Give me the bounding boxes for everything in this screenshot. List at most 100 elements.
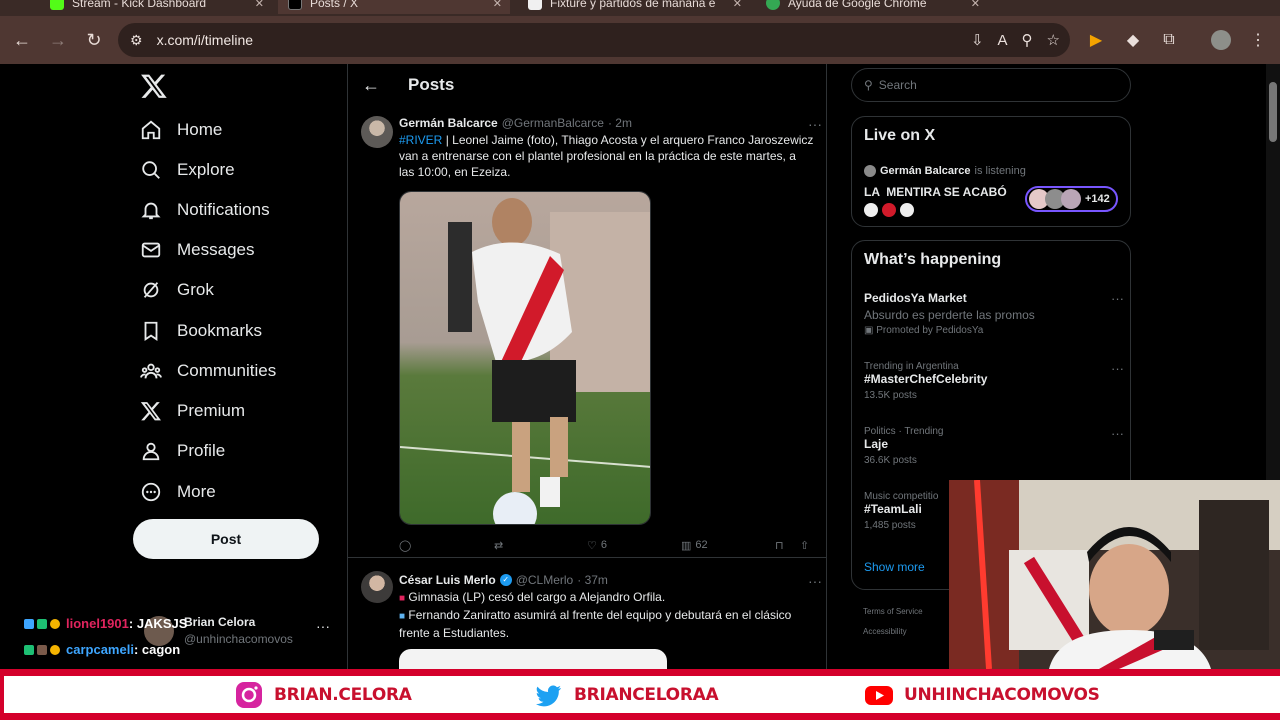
nav-label: Home	[177, 120, 223, 139]
nav-profile[interactable]: Profile	[140, 436, 225, 466]
retweet-icon[interactable]: ⇄	[494, 539, 503, 552]
bookmark-star-icon[interactable]: ☆	[1047, 31, 1060, 49]
post-button[interactable]: Post	[133, 519, 319, 559]
badge-icon	[50, 618, 60, 629]
footer-link-accessibility[interactable]: Accessibility	[863, 627, 907, 636]
views-button[interactable]: ▥ 62	[681, 539, 708, 552]
more-dots-icon[interactable]: ···	[1111, 426, 1124, 441]
forward-arrow-icon[interactable]: →	[42, 24, 74, 56]
siren-emoji-icon: ■	[399, 593, 406, 604]
panel-title: What’s happening	[864, 251, 1002, 268]
tweet-header: César Luis Merlo ✓ @CLMerlo · 37m ···	[399, 573, 822, 589]
trend-name: #MasterChefCelebrity	[864, 372, 988, 386]
nav-explore[interactable]: Explore	[140, 155, 235, 185]
play-extension-icon[interactable]: ▶	[1080, 24, 1112, 56]
nav-home[interactable]: Home	[140, 115, 222, 145]
scrollbar-thumb[interactable]	[1269, 82, 1277, 142]
snowflake-emoji-icon: ■	[399, 611, 406, 622]
avatar[interactable]	[361, 571, 393, 603]
tab-fixture[interactable]: Fixture y partidos de mañana e ✕	[518, 0, 750, 14]
hashtag-link[interactable]: #RIVER	[399, 133, 442, 147]
close-tab-icon[interactable]: ✕	[971, 0, 980, 10]
nav-messages[interactable]: Messages	[140, 235, 254, 265]
live-host[interactable]: Germán Balcarce is listening	[864, 165, 1026, 177]
search-input[interactable]: ⚲ Search	[851, 68, 1131, 102]
close-tab-icon[interactable]: ✕	[255, 0, 264, 10]
badge-icon	[24, 644, 34, 655]
nav-premium[interactable]: Premium	[140, 396, 245, 426]
more-dots-icon[interactable]: ···	[1111, 361, 1124, 376]
account-handle: @unhinchacomovos	[184, 632, 293, 646]
chat-text: : cagon	[133, 642, 181, 657]
footer-link-terms[interactable]: Terms of Service	[863, 607, 923, 616]
nav-label: Communities	[177, 361, 277, 380]
author-name[interactable]: Germán Balcarce	[399, 116, 498, 130]
tweet-time[interactable]: · 37m	[577, 573, 608, 587]
more-dots-icon[interactable]: ···	[808, 116, 822, 132]
trend-item[interactable]: Trending in Argentina #MasterChefCelebri…	[864, 361, 1124, 401]
tab-label: Fixture y partidos de mañana e	[550, 0, 716, 10]
space-title[interactable]: LA MENTIRA SE ACABÓ	[864, 185, 1007, 199]
nav-notifications[interactable]: Notifications	[140, 195, 270, 225]
nav-bookmarks[interactable]: Bookmarks	[140, 316, 262, 346]
kick-icon	[50, 0, 64, 10]
show-more-link[interactable]: Show more	[864, 560, 925, 574]
site-icon	[528, 0, 542, 10]
author-name[interactable]: César Luis Merlo	[399, 573, 496, 587]
badge-icon	[24, 618, 34, 629]
social-text: BRIAN.CELORA	[274, 684, 412, 705]
badge-icon	[37, 644, 47, 655]
like-button[interactable]: ♡ 6	[587, 539, 607, 552]
nav-label: Notifications	[177, 200, 270, 219]
author-handle[interactable]: @GermanBalcarce	[502, 116, 604, 130]
chat-message: lionel1901 : JAKSJS	[24, 616, 187, 631]
share-icon[interactable]: ⇧	[800, 539, 809, 552]
avatar[interactable]	[361, 116, 393, 148]
site-settings-icon[interactable]: ⚙	[130, 32, 143, 49]
live-on-x-panel: Live on X Germán Balcarce is listening L…	[851, 116, 1131, 227]
chat-message: carpcameli : cagon	[24, 642, 180, 657]
address-bar[interactable]: ⚙ x.com/i/timeline ⇩ A ⚲ ☆	[118, 23, 1070, 57]
author-handle[interactable]: @CLMerlo	[516, 573, 574, 587]
back-arrow-icon[interactable]: ←	[6, 24, 38, 56]
nav-grok[interactable]: Grok	[140, 275, 214, 305]
bookmark-icon[interactable]: ⊓	[775, 539, 784, 552]
extensions-puzzle-icon[interactable]: ⧉	[1153, 24, 1185, 56]
nav-more[interactable]: More	[140, 477, 216, 507]
close-tab-icon[interactable]: ✕	[493, 0, 502, 10]
x-logo-icon[interactable]	[140, 72, 168, 100]
tweet-photo[interactable]	[399, 191, 651, 525]
tweet-body: Germán Balcarce @GermanBalcarce · 2m ···…	[399, 116, 822, 180]
tab-posts-x[interactable]: Posts / X ✕	[278, 0, 510, 14]
chrome-menu-icon[interactable]: ⋮	[1242, 24, 1274, 56]
trend-item[interactable]: Politics · Trending Laje 36.6K posts ···	[864, 426, 1124, 466]
nav-label: Bookmarks	[177, 321, 263, 340]
tab-chrome-help[interactable]: Ayuda de Google Chrome ✕	[756, 0, 988, 14]
reload-icon[interactable]: ↻	[78, 24, 110, 56]
nav-communities[interactable]: Communities	[140, 356, 276, 386]
nav-label: Profile	[177, 441, 226, 460]
avatar	[1061, 189, 1081, 209]
white-circle-icon	[864, 203, 878, 217]
tweet[interactable]: Germán Balcarce @GermanBalcarce · 2m ···…	[348, 106, 826, 558]
tweet-text: #RIVER | Leonel Jaime (foto), Thiago Aco…	[399, 132, 814, 180]
back-arrow-icon[interactable]: ←	[362, 75, 380, 96]
extension-icon[interactable]: ◆	[1117, 24, 1149, 56]
profile-avatar-icon[interactable]	[1205, 24, 1237, 56]
listeners-pill[interactable]: +142	[1025, 186, 1118, 212]
more-dots-icon[interactable]: ···	[1111, 291, 1124, 306]
reply-icon[interactable]: ◯	[399, 539, 411, 552]
close-tab-icon[interactable]: ✕	[733, 0, 742, 10]
translate-icon[interactable]: A	[998, 32, 1008, 49]
more-dots-icon[interactable]: ···	[316, 618, 330, 634]
search-placeholder: Search	[878, 78, 917, 92]
tweet-text-body: | Leonel Jaime (foto), Thiago Acosta y e…	[399, 133, 814, 179]
grok-icon	[143, 282, 159, 298]
install-app-icon[interactable]: ⇩	[971, 31, 984, 49]
zoom-icon[interactable]: ⚲	[1022, 31, 1033, 49]
tweet-time[interactable]: · 2m	[608, 116, 632, 130]
more-dots-icon[interactable]: ···	[808, 573, 822, 589]
tab-kick-dashboard[interactable]: Stream - Kick Dashboard ✕	[40, 0, 272, 14]
trend-item[interactable]: PedidosYa Market Absurdo es perderte las…	[864, 291, 1124, 336]
nav-label: Premium	[177, 401, 246, 420]
